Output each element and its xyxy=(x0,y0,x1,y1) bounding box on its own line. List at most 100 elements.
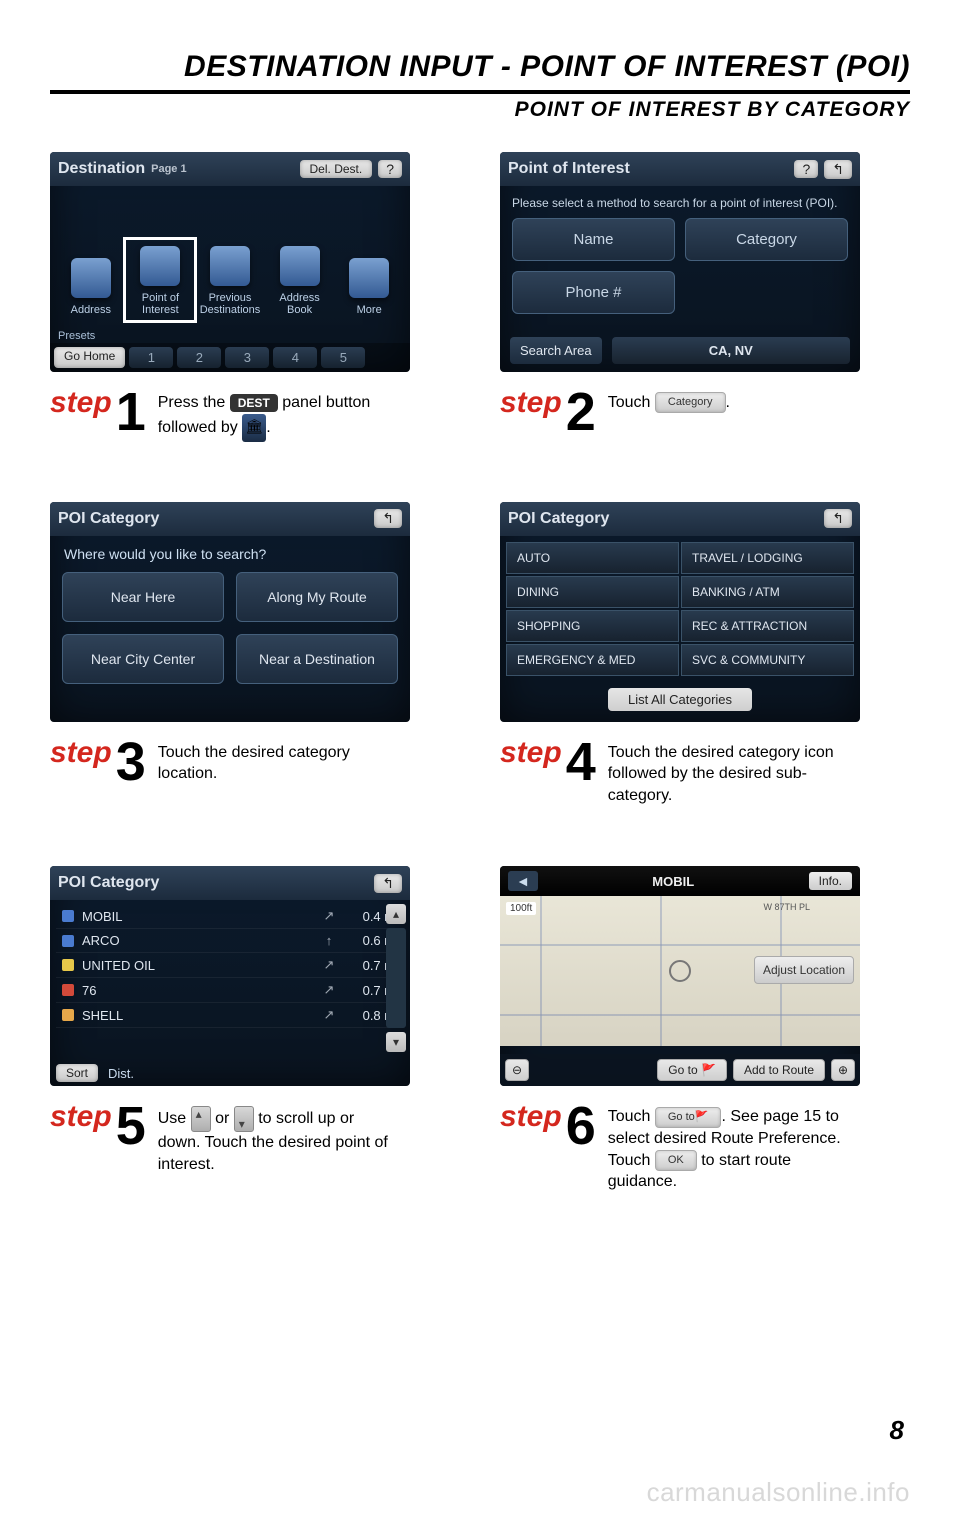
back-button[interactable]: ↰ xyxy=(824,160,852,179)
go-to-button[interactable]: Go to 🚩 xyxy=(657,1059,727,1081)
list-item[interactable]: SHELL↗0.8 mi xyxy=(56,1003,404,1028)
screen2-title: Point of Interest xyxy=(508,160,630,178)
near-here-button[interactable]: Near Here xyxy=(62,572,224,622)
along-route-button[interactable]: Along My Route xyxy=(236,572,398,622)
preset-4[interactable]: 4 xyxy=(273,347,317,368)
step-3-block: POI Category ↰ Where would you like to s… xyxy=(50,502,460,807)
info-button[interactable]: Info. xyxy=(809,872,852,890)
scroll-up-icon[interactable]: ▴ xyxy=(386,904,406,924)
map-view[interactable]: 100ft W 87TH PL Adjust Location xyxy=(500,896,860,1046)
list-all-button[interactable]: List All Categories xyxy=(608,688,752,711)
list-item[interactable]: ARCO↑0.6 mi xyxy=(56,929,404,953)
step-6-block: ◄ MOBIL Info. 100ft W 87TH PL Adjust Loc… xyxy=(500,866,910,1192)
step-6-text: Touch Go to 🚩. See page 15 to select des… xyxy=(608,1102,848,1192)
back-button[interactable]: ↰ xyxy=(374,509,402,528)
help-button[interactable]: ? xyxy=(794,160,818,178)
poi-phone-button[interactable]: Phone # xyxy=(512,271,675,314)
list-item[interactable]: MOBIL↗0.4 mi xyxy=(56,904,404,929)
dest-more[interactable]: More xyxy=(339,258,399,316)
near-dest-button[interactable]: Near a Destination xyxy=(236,634,398,684)
back-button[interactable]: ↰ xyxy=(824,509,852,528)
page-number: 8 xyxy=(890,1415,904,1446)
screen5-title: POI Category xyxy=(58,874,159,892)
cat-travel[interactable]: TRAVEL / LODGING xyxy=(681,542,854,574)
step-5-text: Use or to scroll up or down. Touch the d… xyxy=(158,1102,398,1175)
ok-chip: OK xyxy=(655,1150,697,1171)
dest-address[interactable]: Address xyxy=(61,258,121,316)
page-subtitle: POINT OF INTEREST BY CATEGORY xyxy=(50,98,910,122)
preset-2[interactable]: 2 xyxy=(177,347,221,368)
poi-category-button[interactable]: Category xyxy=(685,218,848,261)
step-3-text: Touch the desired category location. xyxy=(158,738,398,785)
step-1-text: Press the DEST panel button followed by … xyxy=(158,388,398,442)
cat-auto[interactable]: AUTO xyxy=(506,542,679,574)
search-area-value: CA, NV xyxy=(612,337,850,364)
cat-banking[interactable]: BANKING / ATM xyxy=(681,576,854,608)
screen-poi-location: POI Category ↰ Where would you like to s… xyxy=(50,502,410,722)
map-scale: 100ft xyxy=(506,902,536,915)
screen4-title: POI Category xyxy=(508,510,609,528)
search-area-button[interactable]: Search Area xyxy=(510,337,602,364)
dest-addrbook[interactable]: Address Book xyxy=(270,246,330,316)
zoom-out-button[interactable]: ⊖ xyxy=(505,1059,529,1081)
screen-poi-results: POI Category ↰ MOBIL↗0.4 mi ARCO↑0.6 mi … xyxy=(50,866,410,1086)
cat-dining[interactable]: DINING xyxy=(506,576,679,608)
list-item[interactable]: 76↗0.7 mi xyxy=(56,978,404,1003)
dest-prev[interactable]: Previous Destinations xyxy=(200,246,260,316)
screen3-title: POI Category xyxy=(58,510,159,528)
screen1-title: Destination xyxy=(58,160,145,178)
step-label: step xyxy=(50,1102,112,1132)
zoom-in-button[interactable]: ⊕ xyxy=(831,1059,855,1081)
cat-shopping[interactable]: SHOPPING xyxy=(506,610,679,642)
poi-prompt: Please select a method to search for a p… xyxy=(512,196,848,210)
map-back-button[interactable]: ◄ xyxy=(508,871,538,891)
poi-icon xyxy=(242,414,266,442)
screen3-prompt: Where would you like to search? xyxy=(50,536,410,572)
step-6-num: 6 xyxy=(566,1102,596,1151)
preset-5[interactable]: 5 xyxy=(321,347,365,368)
cat-svc[interactable]: SVC & COMMUNITY xyxy=(681,644,854,676)
watermark: carmanualsonline.info xyxy=(647,1477,910,1508)
step-2-text: Touch Category. xyxy=(608,388,730,414)
category-chip: Category xyxy=(655,392,726,413)
near-city-button[interactable]: Near City Center xyxy=(62,634,224,684)
preset-1[interactable]: 1 xyxy=(129,347,173,368)
steps-grid: Destination Page 1 Del. Dest. ? Address … xyxy=(50,152,910,1193)
step-2-block: Point of Interest ? ↰ Please select a me… xyxy=(500,152,910,442)
scrollbar[interactable]: ▴ ▾ xyxy=(386,904,406,1052)
preset-3[interactable]: 3 xyxy=(225,347,269,368)
scroll-down-icon xyxy=(234,1106,254,1132)
dest-poi[interactable]: Point of Interest xyxy=(130,244,190,316)
go-home-button[interactable]: Go Home xyxy=(54,347,125,368)
presets-label: Presets xyxy=(58,330,95,342)
screen-map-confirm: ◄ MOBIL Info. 100ft W 87TH PL Adjust Loc… xyxy=(500,866,860,1086)
step-4-num: 4 xyxy=(566,738,596,787)
poi-name-button[interactable]: Name xyxy=(512,218,675,261)
cat-rec[interactable]: REC & ATTRACTION xyxy=(681,610,854,642)
step-label: step xyxy=(500,738,562,768)
sort-button[interactable]: Sort xyxy=(56,1064,98,1082)
cat-emergency[interactable]: EMERGENCY & MED xyxy=(506,644,679,676)
title-rule xyxy=(50,90,910,94)
step-2-num: 2 xyxy=(566,388,596,437)
step-label: step xyxy=(500,1102,562,1132)
help-button[interactable]: ? xyxy=(378,160,402,178)
adjust-location-button[interactable]: Adjust Location xyxy=(754,956,854,984)
step-label: step xyxy=(50,388,112,418)
list-item[interactable]: UNITED OIL↗0.7 mi xyxy=(56,953,404,978)
step-5-block: POI Category ↰ MOBIL↗0.4 mi ARCO↑0.6 mi … xyxy=(50,866,460,1192)
scroll-up-icon xyxy=(191,1106,211,1132)
step-4-text: Touch the desired category icon followed… xyxy=(608,738,848,807)
goto-chip: Go to 🚩 xyxy=(655,1107,722,1128)
step-label: step xyxy=(50,738,112,768)
map-crosshair-icon xyxy=(669,960,691,982)
step-1-block: Destination Page 1 Del. Dest. ? Address … xyxy=(50,152,460,442)
scroll-down-icon[interactable]: ▾ xyxy=(386,1032,406,1052)
back-button[interactable]: ↰ xyxy=(374,874,402,893)
del-dest-button[interactable]: Del. Dest. xyxy=(300,160,373,178)
step-5-num: 5 xyxy=(116,1102,146,1151)
step-4-block: POI Category ↰ AUTO TRAVEL / LODGING DIN… xyxy=(500,502,910,807)
screen-poi-method: Point of Interest ? ↰ Please select a me… xyxy=(500,152,860,372)
add-to-route-button[interactable]: Add to Route xyxy=(733,1059,825,1081)
dest-chip: DEST xyxy=(230,394,278,412)
